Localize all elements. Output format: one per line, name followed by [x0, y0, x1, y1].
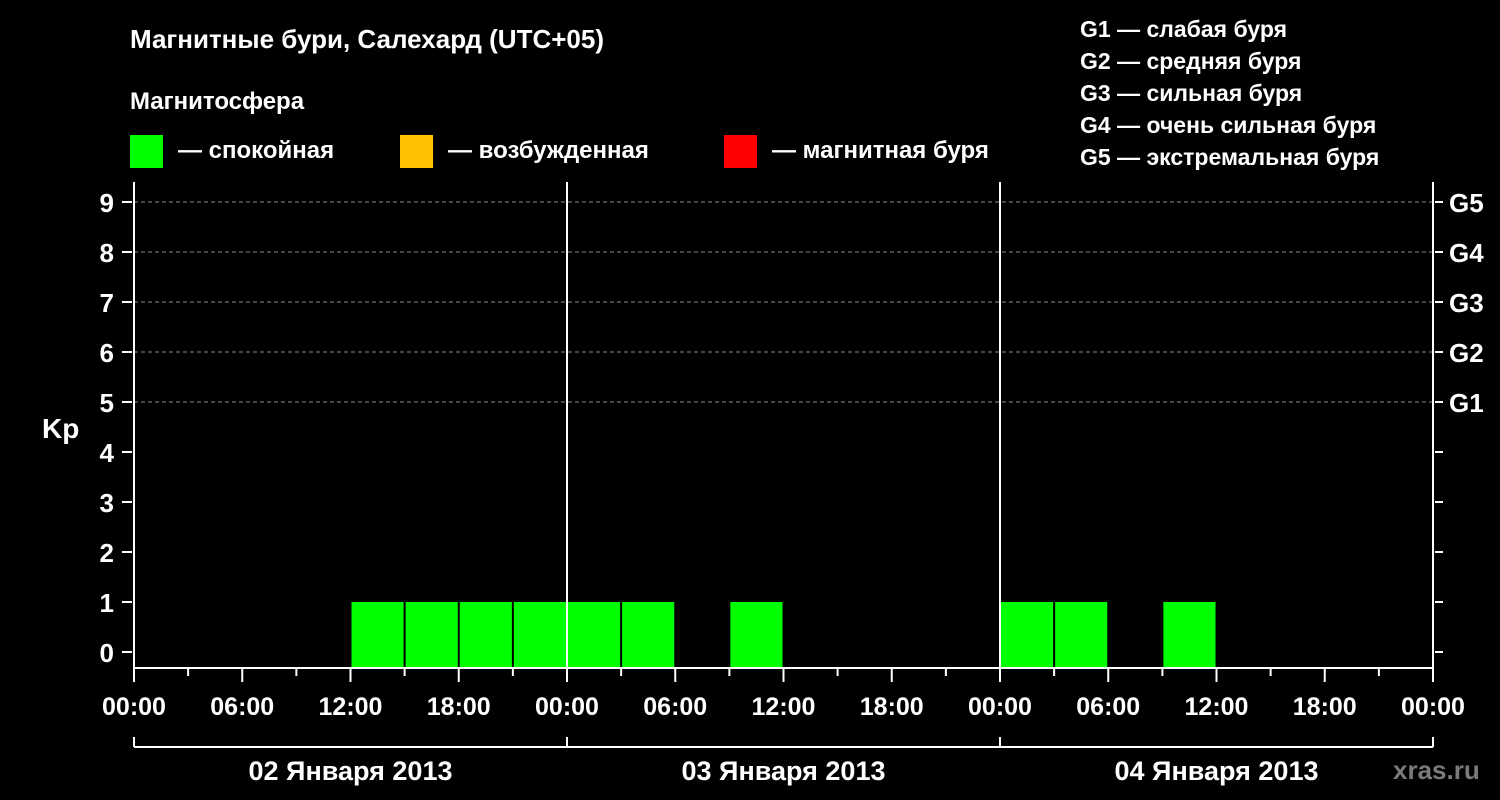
- kp-bar: [730, 602, 783, 667]
- storm-scale-g2: G2 — средняя буря: [1080, 48, 1301, 74]
- x-tick-label: 06:00: [643, 693, 707, 721]
- y-tick-label: 8: [100, 238, 114, 268]
- x-tick-label: 00:00: [968, 693, 1032, 721]
- legend-title: Магнитосфера: [130, 88, 305, 115]
- storm-scale-g5: G5 — экстремальная буря: [1080, 144, 1379, 170]
- storm-scale-g4: G4 — очень сильная буря: [1080, 112, 1376, 138]
- y-tick-label: 0: [100, 638, 114, 668]
- chart-title: Магнитные бури, Салехард (UTC+05): [130, 24, 604, 54]
- kp-bar: [622, 602, 675, 667]
- x-tick-label: 00:00: [1401, 693, 1465, 721]
- legend-swatch-excited: [400, 135, 433, 168]
- date-label: 02 Января 2013: [249, 756, 453, 786]
- y-tick-label: 7: [100, 288, 114, 318]
- x-tick-label: 18:00: [427, 693, 491, 721]
- x-tick-label: 12:00: [752, 693, 816, 721]
- legend: — спокойная — возбужденная — магнитная б…: [130, 135, 989, 168]
- x-tick-label: 06:00: [210, 693, 274, 721]
- x-tick-label: 00:00: [535, 693, 599, 721]
- kp-chart: Магнитные бури, Салехард (UTC+05) Магнит…: [42, 16, 1484, 786]
- x-tick-label: 12:00: [1185, 693, 1249, 721]
- legend-label-excited: — возбужденная: [448, 137, 649, 164]
- storm-level-label: G3: [1449, 288, 1484, 318]
- x-tick-label: 18:00: [860, 693, 924, 721]
- storm-scale: G1 — слабая буря G2 — средняя буря G3 — …: [1080, 16, 1379, 170]
- y-axis-label: Kp: [42, 413, 79, 444]
- y-tick-label: 1: [100, 588, 114, 618]
- kp-bar: [1163, 602, 1216, 667]
- storm-level-label: G1: [1449, 388, 1484, 418]
- kp-bar: [568, 602, 621, 667]
- storm-level-label: G5: [1449, 188, 1484, 218]
- kp-bar: [405, 602, 458, 667]
- kp-bar: [1001, 602, 1054, 667]
- legend-swatch-quiet: [130, 135, 163, 168]
- y-tick-label: 5: [100, 388, 114, 418]
- legend-label-quiet: — спокойная: [178, 137, 334, 164]
- y-tick-label: 4: [100, 438, 115, 468]
- legend-label-storm: — магнитная буря: [772, 137, 989, 164]
- plot-area: 0 1 2 3 4 5 6 7 8 9 G1 G2 G3 G4 G5 00:00 06:00 12:00 18:00…: [100, 182, 1484, 786]
- storm-scale-g3: G3 — сильная буря: [1080, 80, 1302, 106]
- x-tick-label: 00:00: [102, 693, 166, 721]
- storm-level-label: G2: [1449, 338, 1484, 368]
- x-tick-label: 06:00: [1076, 693, 1140, 721]
- kp-bar: [1055, 602, 1108, 667]
- kp-bar: [459, 602, 512, 667]
- y-tick-label: 3: [100, 488, 114, 518]
- kp-bar: [351, 602, 404, 667]
- x-tick-label: 12:00: [319, 693, 383, 721]
- date-label: 04 Января 2013: [1115, 756, 1319, 786]
- y-tick-label: 2: [100, 538, 114, 568]
- storm-level-label: G4: [1449, 238, 1484, 268]
- storm-scale-g1: G1 — слабая буря: [1080, 16, 1287, 42]
- x-tick-label: 18:00: [1293, 693, 1357, 721]
- kp-bar: [513, 602, 566, 667]
- legend-swatch-storm: [724, 135, 757, 168]
- watermark: xras.ru: [1393, 755, 1480, 785]
- y-tick-label: 6: [100, 338, 114, 368]
- y-tick-label: 9: [100, 188, 114, 218]
- date-label: 03 Января 2013: [682, 756, 886, 786]
